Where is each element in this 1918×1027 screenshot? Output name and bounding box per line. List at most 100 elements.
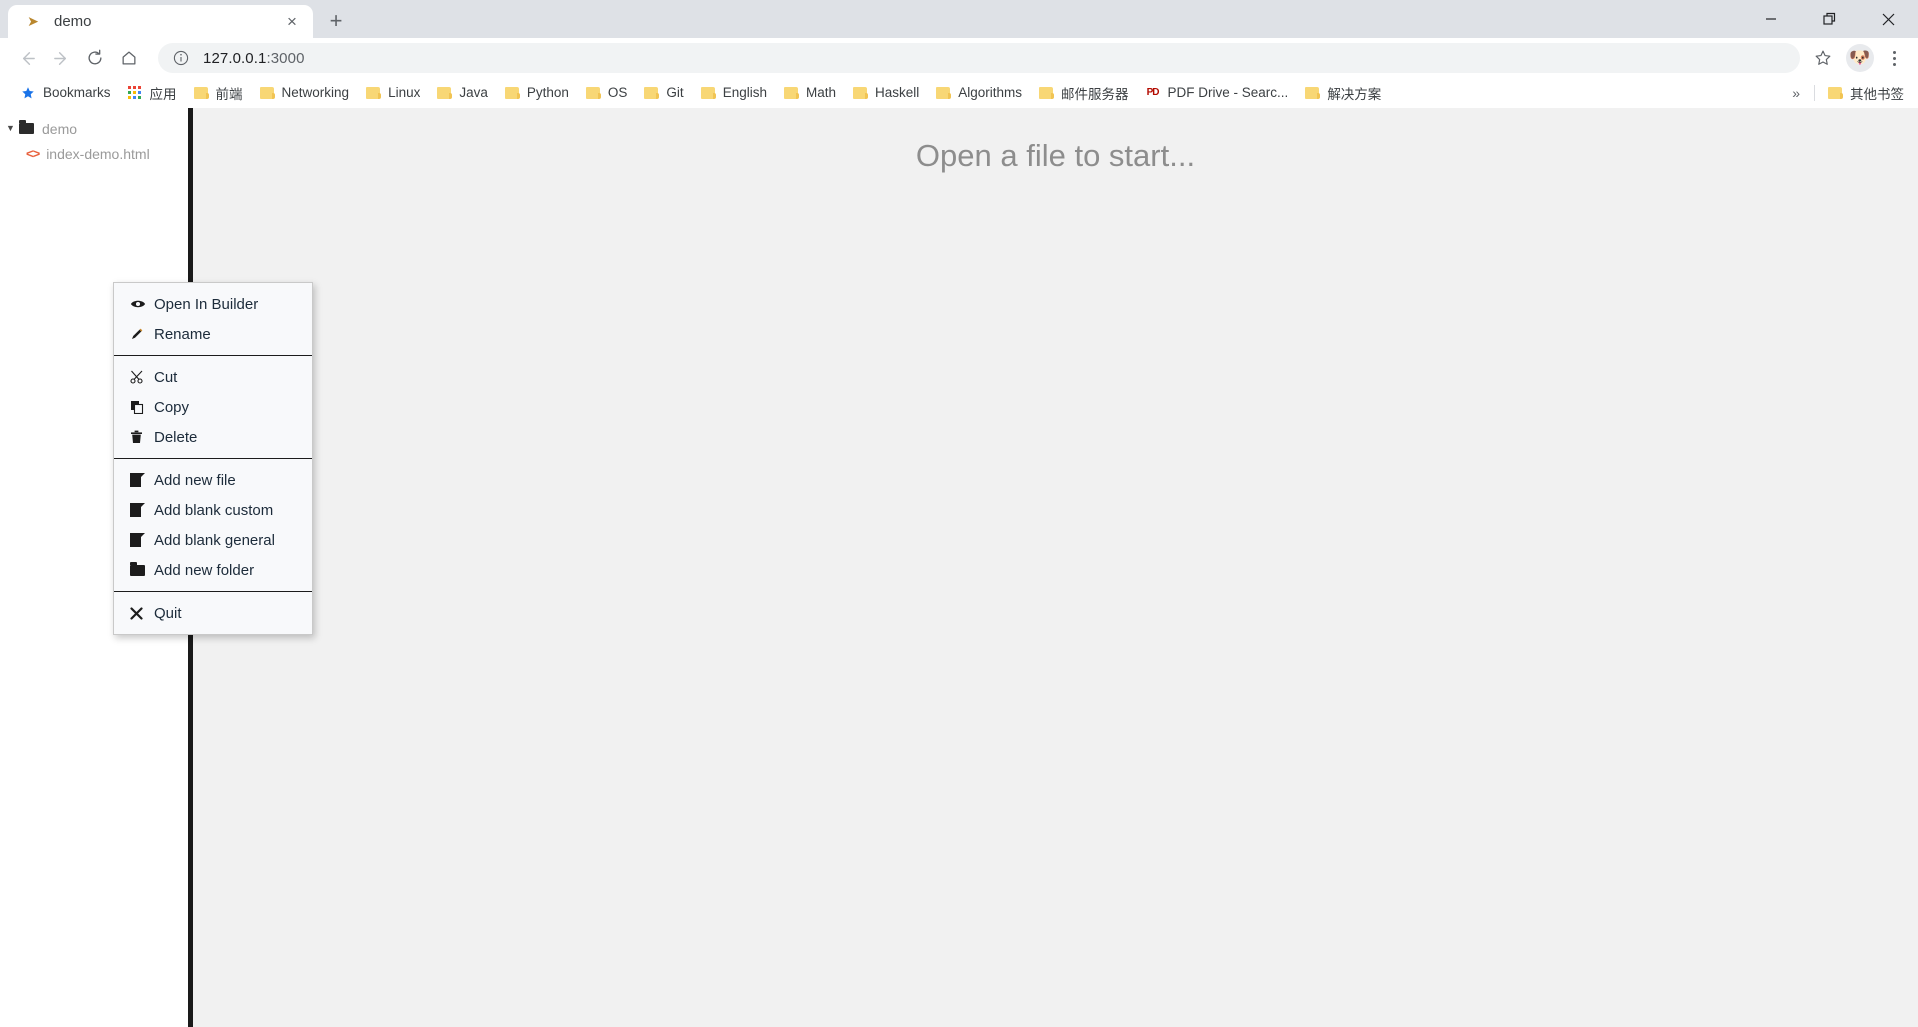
bookmark-star-icon[interactable] xyxy=(1808,43,1838,73)
maximize-button[interactable] xyxy=(1800,0,1859,38)
url-port: :3000 xyxy=(266,49,305,67)
folder-icon xyxy=(585,85,601,101)
new-tab-button[interactable]: + xyxy=(319,6,353,36)
bookmark-item-other[interactable]: 其他书签 xyxy=(1819,81,1912,105)
close-button[interactable] xyxy=(1859,0,1918,38)
bookmark-label: Python xyxy=(526,85,569,100)
menu-item-label: Rename xyxy=(154,325,211,343)
menu-item-open-in-builder[interactable]: Open In Builder xyxy=(114,289,312,319)
folder-icon xyxy=(1827,85,1843,101)
bookmark-item-math[interactable]: Math xyxy=(775,81,844,105)
tab-strip: ➤ demo × + xyxy=(0,0,1918,38)
bookmark-item-python[interactable]: Python xyxy=(496,81,577,105)
context-menu-group-open: Open In Builder Rename xyxy=(114,283,312,355)
menu-item-add-blank-general[interactable]: Add blank general xyxy=(114,525,312,555)
trash-icon xyxy=(130,430,150,444)
bookmark-label: OS xyxy=(607,85,628,100)
bookmark-item-english[interactable]: English xyxy=(692,81,775,105)
minimize-button[interactable] xyxy=(1741,0,1800,38)
bookmark-item-pdfdrive[interactable]: PD PDF Drive - Searc... xyxy=(1137,81,1297,105)
back-button[interactable] xyxy=(10,41,44,75)
folder-icon xyxy=(700,85,716,101)
menu-item-label: Delete xyxy=(154,428,198,446)
menu-item-add-new-folder[interactable]: Add new folder xyxy=(114,555,312,585)
bookmark-label: 邮件服务器 xyxy=(1061,86,1129,102)
bookmark-label: 解决方案 xyxy=(1327,86,1382,102)
tree-item-demo-folder[interactable]: ▼ demo xyxy=(0,116,188,141)
address-bar[interactable]: 127.0.0.1:3000 xyxy=(158,43,1800,73)
menu-item-cut[interactable]: Cut xyxy=(114,362,312,392)
url-host: 127.0.0.1 xyxy=(203,49,267,67)
menu-item-copy[interactable]: Copy xyxy=(114,392,312,422)
file-icon xyxy=(130,473,150,487)
bookmark-label: English xyxy=(722,85,767,100)
folder-icon xyxy=(935,85,952,101)
bookmark-label: 前端 xyxy=(215,86,243,102)
divider xyxy=(1814,84,1815,101)
bookmark-item-networking[interactable]: Networking xyxy=(251,81,358,105)
bookmark-item-haskell[interactable]: Haskell xyxy=(844,81,927,105)
menu-item-add-new-file[interactable]: Add new file xyxy=(114,465,312,495)
bookmark-item-linux[interactable]: Linux xyxy=(357,81,428,105)
chevron-overflow-icon[interactable]: » xyxy=(1782,85,1810,101)
bookmark-label: Linux xyxy=(388,85,421,100)
menu-item-label: Add blank custom xyxy=(154,501,274,519)
tree-item-label: index-demo.html xyxy=(46,145,150,162)
window-controls xyxy=(1741,0,1918,38)
bookmark-label: Git xyxy=(666,85,684,100)
bookmark-label: Algorithms xyxy=(958,85,1023,100)
menu-item-label: Open In Builder xyxy=(154,295,259,313)
context-menu-group-add: Add new file Add blank custom Add blank … xyxy=(114,458,312,591)
folder-icon xyxy=(1038,85,1055,101)
pdf-icon: PD xyxy=(1146,86,1160,98)
browser-tab[interactable]: ➤ demo × xyxy=(8,5,313,38)
folder-icon xyxy=(852,85,868,101)
menu-item-delete[interactable]: Delete xyxy=(114,422,312,452)
bookmark-item-solutions[interactable]: 解决方案 xyxy=(1296,81,1389,105)
close-icon[interactable]: × xyxy=(281,11,303,33)
folder-icon xyxy=(193,85,209,101)
browser-menu-button[interactable] xyxy=(1880,43,1908,73)
profile-avatar[interactable]: 🐶 xyxy=(1846,44,1874,72)
bookmark-item-frontend[interactable]: 前端 xyxy=(185,81,251,105)
bookmark-label: PDF Drive - Searc... xyxy=(1167,85,1289,100)
folder-icon xyxy=(1304,85,1321,101)
bookmark-label: Networking xyxy=(281,85,350,100)
folder-icon xyxy=(436,85,453,101)
menu-item-quit[interactable]: Quit xyxy=(114,598,312,628)
bookmark-item-git[interactable]: Git xyxy=(635,81,691,105)
editor-content-area: Open a file to start... xyxy=(193,108,1918,1027)
tree-item-index-demo-html[interactable]: <> index-demo.html xyxy=(0,141,188,166)
code-file-icon: <> xyxy=(26,146,40,161)
bookmark-item-apps[interactable]: 应用 xyxy=(119,81,185,105)
menu-item-add-blank-custom[interactable]: Add blank custom xyxy=(114,495,312,525)
bookmark-item-bookmarks[interactable]: Bookmarks xyxy=(12,81,119,105)
bookmark-label: Math xyxy=(805,85,836,100)
tab-title: demo xyxy=(54,13,92,30)
bookmarks-bar: Bookmarks 应用 前端 Networking Linux Java Py… xyxy=(0,78,1918,108)
bookmark-label: Bookmarks xyxy=(43,85,111,100)
bookmark-item-java[interactable]: Java xyxy=(428,81,496,105)
bookmark-item-mailserver[interactable]: 邮件服务器 xyxy=(1030,81,1137,105)
bookmark-item-algorithms[interactable]: Algorithms xyxy=(927,81,1030,105)
bookmark-item-os[interactable]: OS xyxy=(577,81,636,105)
home-button[interactable] xyxy=(112,41,146,75)
forward-button[interactable] xyxy=(44,41,78,75)
reload-button[interactable] xyxy=(78,41,112,75)
menu-item-rename[interactable]: Rename xyxy=(114,319,312,349)
tree-item-label: demo xyxy=(42,120,78,137)
menu-item-label: Add new file xyxy=(154,471,236,489)
bookmark-label: 应用 xyxy=(149,86,177,102)
file-icon xyxy=(130,533,150,547)
menu-item-label: Copy xyxy=(154,398,190,416)
folder-icon xyxy=(259,85,275,101)
folder-icon xyxy=(130,561,150,576)
bookmarks-overflow: » 其他书签 xyxy=(1782,81,1912,105)
info-circle-icon[interactable] xyxy=(172,49,190,67)
empty-state-hint: Open a file to start... xyxy=(915,138,1196,173)
folder-icon xyxy=(365,85,382,101)
app-body: ▼ demo <> index-demo.html Open a file to… xyxy=(0,108,1918,1027)
menu-item-label: Quit xyxy=(154,604,182,622)
file-icon xyxy=(130,503,150,517)
chevron-down-icon[interactable]: ▼ xyxy=(6,124,19,133)
